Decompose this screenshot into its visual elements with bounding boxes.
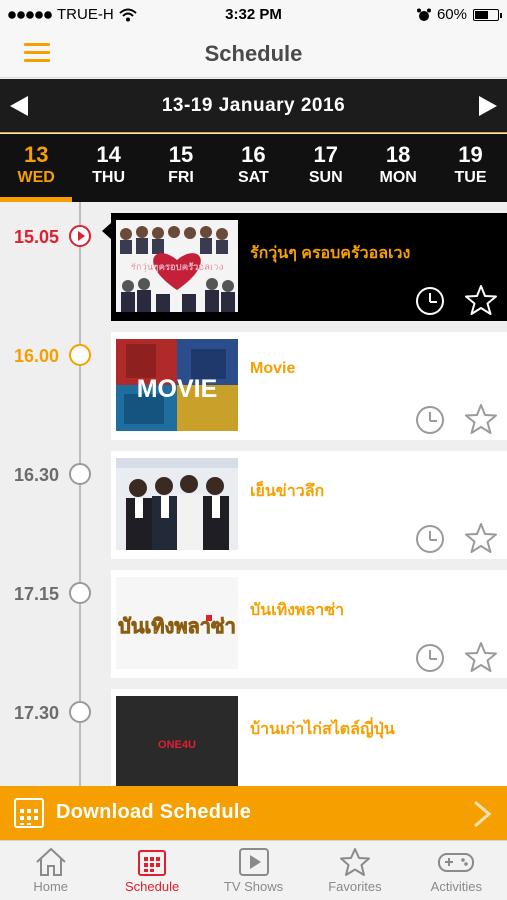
program-time: 15.05 [14,227,60,247]
day-number: 18 [385,142,411,167]
day-name: THU [92,169,126,186]
day-name: WED [17,169,55,186]
favorite-star-icon[interactable] [465,284,497,316]
day-number: 19 [458,142,483,167]
program-time: 16.30 [14,465,60,485]
tab-label: Favorites [328,879,382,894]
day-number: 17 [313,142,338,167]
status-bar: TRUE-H 3:32 PM 60% [0,0,507,28]
program-card[interactable]: บันเทิงพลาซ่า บันเทิงพลาซ่า [111,570,507,678]
day-name: SUN [308,169,343,186]
program-card[interactable]: MOVIE Movie [111,332,507,440]
tab-label: TV Shows [223,879,284,894]
day-number: 13 [23,142,49,167]
day-number: 16 [241,142,266,167]
week-selector: 13-19 January 2016 [0,79,507,133]
timeline-dot [69,582,91,604]
download-schedule-label: Download Schedule [56,801,252,823]
day-name: SAT [237,169,269,186]
schedule-row: 17.30 ONE4U บ้านเก่าไก่สไตล์ญี่ปุ่น [0,689,507,786]
day-tab-thu[interactable]: 14 THU [72,134,144,202]
tab-tv-shows[interactable]: TV Shows [203,841,304,900]
navigation-bar: Schedule [0,28,507,78]
download-schedule-button[interactable]: Download Schedule [0,786,507,840]
reminder-clock-icon[interactable] [416,525,444,553]
tab-schedule[interactable]: Schedule [101,841,202,900]
program-title: บ้านเก่าไก่สไตล์ญี่ปุ่น [250,721,395,738]
battery-icon [473,8,502,21]
program-thumbnail: รักวุ่นๆครอบครัวอลเวง [116,220,238,312]
calendar-icon [138,850,167,876]
schedule-row: 16.00 MOVIE Movie [0,332,507,440]
program-time: 17.30 [14,703,60,723]
app-screen: TRUE-H 3:32 PM 60% Schedule 13-19 Januar… [0,0,507,900]
chevron-right-icon [474,800,492,828]
day-number: 15 [168,142,194,167]
favorite-star-icon[interactable] [465,522,497,554]
day-name: MON [379,169,417,186]
play-icon [238,848,269,876]
program-thumbnail: MOVIE [116,339,238,431]
week-range-label: 13-19 January 2016 [161,95,346,116]
program-time: 17.15 [14,584,60,604]
home-icon [36,847,66,876]
tab-activities[interactable]: Activities [406,841,507,900]
program-thumbnail: บันเทิงพลาซ่า [116,577,238,669]
timeline-dot [69,701,91,723]
day-tab-tue[interactable]: 19 TUE [434,134,506,202]
timeline-dot [69,463,91,485]
tab-home[interactable]: Home [0,841,101,900]
thumbnail-text: MOVIE [137,375,218,403]
schedule-row: 15.05 รักวุ่นๆครอบครัวอลเวง รักวุ่นๆ ครอ… [0,213,507,321]
day-tabs: 13 WED 14 THU 15 FRI 16 SAT 17 SUN 18 MON 19 TU… [0,134,507,202]
schedule-list[interactable]: 15.05 รักวุ่นๆครอบครัวอลเวง รักวุ่นๆ ครอ… [0,202,507,786]
timeline-dot [69,344,91,366]
program-title: บันเทิงพลาซ่า [250,602,345,619]
day-tab-sat[interactable]: 16 SAT [217,134,289,202]
day-tab-sun[interactable]: 17 SUN [290,134,362,202]
page-title: Schedule [204,41,303,66]
program-thumbnail [116,458,238,550]
thumbnail-text: ONE4U [158,739,196,751]
star-icon [339,848,370,876]
reminder-clock-icon[interactable] [416,287,444,315]
alarm-icon [416,8,431,21]
battery-info: 60% [416,6,502,23]
on-air-play-icon [69,225,91,247]
calendar-grid-icon [14,798,44,828]
program-time: 16.00 [14,346,60,366]
schedule-row: 17.15 บันเทิงพลาซ่า บันเทิงพลาซ่า [0,570,507,678]
tab-favorites[interactable]: Favorites [304,841,405,900]
reminder-clock-icon[interactable] [416,644,444,672]
thumbnail-text: รักวุ่นๆครอบครัวอลเวง [131,262,224,273]
day-tab-fri[interactable]: 15 FRI [145,134,217,202]
schedule-row: 16.30 เย็นข่าวลึก [0,451,507,559]
program-title: Movie [250,360,296,377]
reminder-clock-icon[interactable] [416,406,444,434]
program-title: รักวุ่นๆ ครอบครัวอลเวง [250,245,411,262]
day-name: TUE [454,169,487,186]
day-name: FRI [168,169,194,186]
program-thumbnail: ONE4U [116,696,238,786]
tab-label: Activities [430,879,482,894]
favorite-star-icon[interactable] [465,403,497,435]
program-card[interactable]: เย็นข่าวลึก [111,451,507,559]
gamepad-icon [438,853,475,872]
battery-percent: 60% [436,6,467,23]
tab-label: Home [33,879,69,894]
day-number: 14 [96,142,121,167]
program-card[interactable]: รักวุ่นๆครอบครัวอลเวง รักวุ่นๆ ครอบครัวอ… [102,213,507,321]
thumbnail-text: บันเทิงพลาซ่า [118,614,236,638]
favorite-star-icon[interactable] [465,641,497,673]
day-tab-mon[interactable]: 18 MON [362,134,434,202]
next-week-arrow-icon[interactable] [479,96,497,116]
program-title: เย็นข่าวลึก [250,483,325,500]
program-card[interactable]: ONE4U บ้านเก่าไก่สไตล์ญี่ปุ่น [111,689,507,786]
day-tab-wed[interactable]: 13 WED [0,134,73,202]
tab-label: Schedule [125,879,180,894]
bottom-tab-bar: Home Schedule TV Shows Favorites Activit… [0,840,507,900]
